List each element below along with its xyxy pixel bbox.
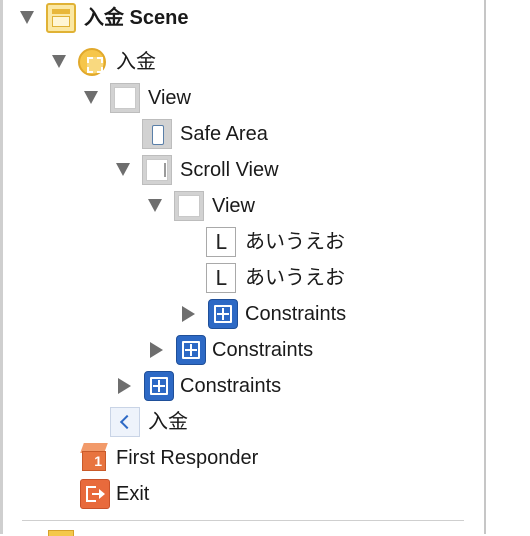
view-icon	[110, 83, 140, 113]
scroll-view-title: Scroll View	[180, 159, 279, 181]
exit-icon	[80, 479, 110, 509]
outline-row-first-responder[interactable]: 1 First Responder	[0, 440, 484, 476]
view-title: View	[148, 87, 191, 109]
first-responder-title: First Responder	[116, 447, 259, 469]
constraints-icon	[208, 299, 238, 329]
outline-row-content-view-constraints[interactable]: Constraints	[0, 296, 484, 332]
disclosure-triangle-collapsed-icon[interactable]	[118, 378, 131, 394]
pane-left-edge	[0, 0, 3, 534]
label-2-title: あいうえお	[245, 267, 345, 289]
outline-row-view[interactable]: View	[0, 80, 484, 116]
label-icon: L	[206, 263, 236, 293]
safe-area-icon	[142, 119, 172, 149]
outline-row-exit[interactable]: Exit	[0, 476, 484, 512]
scene-separator	[22, 520, 464, 521]
first-responder-cube-icon: 1	[80, 443, 108, 473]
disclosure-triangle-expanded-icon[interactable]	[20, 11, 34, 24]
view-icon	[174, 191, 204, 221]
scroll-view-constraints-title: Constraints	[212, 339, 314, 361]
view-controller-icon	[78, 48, 106, 76]
constraints-icon	[144, 371, 174, 401]
first-responder-badge: 1	[82, 451, 106, 471]
outline-row-label-2[interactable]: L あいうえお	[0, 260, 484, 296]
view-constraints-title: Constraints	[180, 375, 282, 397]
canvas-area	[486, 0, 530, 534]
scene-icon	[46, 3, 76, 33]
content-view-title: View	[212, 195, 255, 217]
view-controller-title: 入金	[116, 51, 156, 73]
outline-row-view-controller[interactable]: 入金	[0, 44, 484, 80]
constraints-icon	[176, 335, 206, 365]
scroll-view-icon	[142, 155, 172, 185]
label-1-title: あいうえお	[245, 231, 345, 253]
disclosure-triangle-expanded-icon[interactable]	[116, 163, 130, 176]
disclosure-triangle-collapsed-icon[interactable]	[150, 342, 163, 358]
outline-row-safe-area[interactable]: Safe Area	[0, 116, 484, 152]
scene-icon	[48, 530, 74, 536]
disclosure-triangle-expanded-icon[interactable]	[52, 55, 66, 68]
outline-row-scroll-view-constraints[interactable]: Constraints	[0, 332, 484, 368]
disclosure-triangle-collapsed-icon[interactable]	[182, 306, 195, 322]
outline-row-navigation-item[interactable]: 入金	[0, 404, 484, 440]
disclosure-triangle-expanded-icon[interactable]	[148, 199, 162, 212]
outline-row-content-view[interactable]: View	[0, 188, 484, 224]
exit-title: Exit	[116, 483, 150, 505]
disclosure-triangle-expanded-icon[interactable]	[84, 91, 98, 104]
outline-row-label-1[interactable]: L あいうえお	[0, 224, 484, 260]
safe-area-title: Safe Area	[180, 123, 268, 145]
document-outline: 入金 Scene 入金 View Safe Area Scroll View V…	[0, 0, 484, 536]
scene-title: 入金 Scene	[84, 7, 189, 29]
outline-row-scroll-view[interactable]: Scroll View	[0, 152, 484, 188]
navigation-item-title: 入金	[148, 411, 188, 433]
outline-row-view-constraints[interactable]: Constraints	[0, 368, 484, 404]
content-view-constraints-title: Constraints	[245, 303, 347, 325]
outline-row-scene[interactable]: 入金 Scene	[0, 0, 484, 36]
back-chevron-icon	[110, 407, 140, 437]
label-icon: L	[206, 227, 236, 257]
